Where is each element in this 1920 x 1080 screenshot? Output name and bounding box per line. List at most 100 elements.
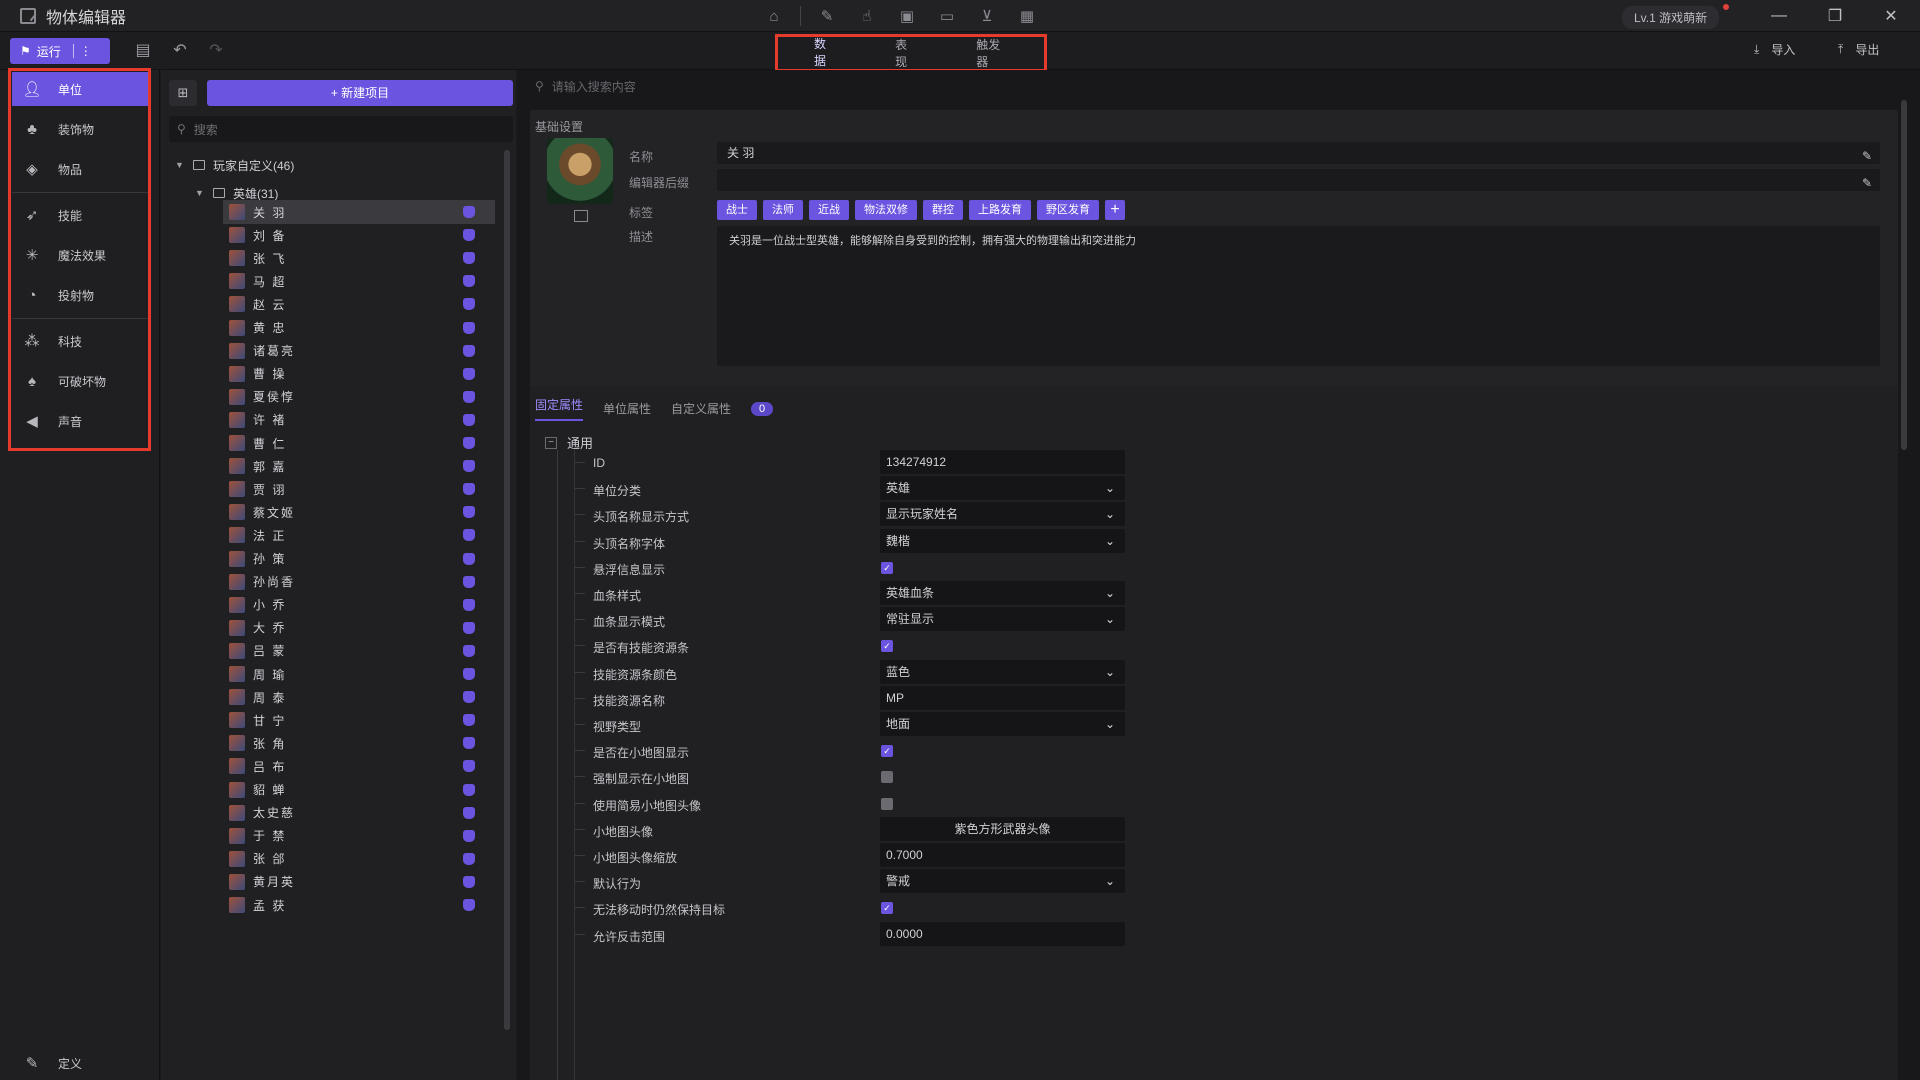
property-checkbox[interactable]: ✓ (881, 561, 893, 574)
property-select[interactable]: 常驻显示 ⌄ (880, 607, 1125, 632)
tag-chip[interactable]: 近战 (809, 200, 849, 220)
hand-icon[interactable] (463, 852, 475, 865)
tab-data[interactable]: 数据 (784, 31, 866, 75)
close-icon[interactable]: ✕ (1864, 0, 1918, 32)
hand-icon[interactable] (463, 691, 475, 704)
hand-icon[interactable] (463, 367, 475, 380)
sidebar-item-tech[interactable]: ⁂ 科技 (12, 324, 148, 358)
hero-list-item[interactable]: 大 乔 (223, 616, 495, 640)
hero-list-item[interactable]: 于 禁 (223, 824, 495, 848)
property-select[interactable]: 地面 ⌄ (880, 712, 1125, 736)
tag-chip[interactable]: 法师 (763, 200, 803, 220)
hand-icon[interactable] (463, 321, 475, 334)
add-folder-button[interactable]: ⊞ (169, 80, 197, 106)
edit-icon[interactable]: ✎ (813, 4, 841, 28)
property-select[interactable]: 警戒 ⌄ (880, 869, 1125, 894)
sidebar-item-projectile[interactable]: ◔ 投射物 (12, 278, 148, 312)
hand-icon[interactable] (463, 460, 475, 473)
property-select[interactable]: 蓝色 ⌄ (880, 659, 1125, 684)
run-button[interactable]: ⚑ 运行 ⋮ (10, 38, 110, 64)
suffix-field[interactable]: ✎ (717, 169, 1880, 191)
hand-icon[interactable] (463, 344, 475, 357)
sidebar-item-sound[interactable]: ◀︎ 声音 (12, 404, 148, 438)
property-input[interactable]: 0.7000 (880, 843, 1125, 867)
hand-icon[interactable] (463, 229, 475, 242)
hero-list-item[interactable]: 曹 仁 (223, 431, 495, 455)
property-checkbox[interactable]: ✓ (881, 640, 893, 653)
pencil-icon[interactable]: ✎ (1862, 145, 1872, 167)
hand-icon[interactable] (463, 390, 475, 403)
hero-list-item[interactable]: 吕 蒙 (223, 639, 495, 663)
hero-list-item[interactable]: 关 羽 (223, 200, 495, 224)
hero-list-item[interactable]: 甘 宁 (223, 708, 495, 732)
add-tag-button[interactable]: + (1105, 200, 1125, 220)
tree-root-node[interactable]: ▼ 玩家自定义(46) (175, 154, 294, 176)
sidebar-item-decoration[interactable]: ♣ 装饰物 (12, 112, 148, 146)
hand-icon[interactable] (463, 899, 475, 911)
sidebar-item-item[interactable]: ◈ 物品 (12, 152, 148, 186)
tab-unit-props[interactable]: 单位属性 (603, 400, 651, 417)
property-select[interactable]: 英雄血条 ⌄ (880, 581, 1125, 605)
hero-list-item[interactable]: 太史慈 (223, 801, 495, 825)
export-button[interactable]: ⤒ 导出 (1838, 41, 1879, 58)
hand-icon[interactable] (463, 206, 475, 218)
level-badge[interactable]: Lv.1 游戏萌新 (1622, 6, 1720, 29)
hero-list-item[interactable]: 曹 操 (223, 362, 495, 386)
hero-list-item[interactable]: 马 超 (223, 269, 495, 293)
tag-chip[interactable]: 战士 (717, 200, 757, 220)
hero-list-item[interactable]: 刘 备 (223, 223, 495, 247)
property-checkbox[interactable] (881, 771, 893, 784)
redo-icon[interactable]: ↷ (206, 41, 226, 61)
hero-list-item[interactable]: 黄 忠 (223, 316, 495, 340)
detail-search-input[interactable]: ⚲ 请输入搜索内容 (527, 70, 1907, 102)
tab-presentation[interactable]: 表现 (865, 32, 946, 74)
hand-icon[interactable]: ☝ (853, 4, 881, 28)
sidebar-item-magic-effect[interactable]: ✳ 魔法效果 (12, 238, 148, 272)
property-input[interactable]: 0.0000 (880, 921, 1125, 946)
hero-list-item[interactable]: 张 飞 (223, 246, 495, 270)
hand-icon[interactable] (463, 783, 475, 796)
detail-scrollbar[interactable] (1901, 100, 1907, 450)
sidebar-item-destructible[interactable]: ♠ 可破坏物 (12, 364, 148, 398)
hand-icon[interactable] (463, 575, 475, 588)
name-field[interactable]: 关 羽 ✎ (717, 142, 1880, 164)
property-checkbox[interactable] (881, 797, 893, 810)
sidebar-item-skill[interactable]: ➶ 技能 (12, 198, 148, 232)
hand-icon[interactable] (463, 506, 475, 519)
folder-icon[interactable]: ▭ (933, 4, 961, 28)
hand-icon[interactable] (463, 737, 475, 750)
hand-icon[interactable] (463, 552, 475, 565)
sidebar-item-define[interactable]: ✎ 定义 (12, 1046, 148, 1080)
hand-icon[interactable] (463, 483, 475, 496)
property-select[interactable]: 魏楷 ⌄ (880, 528, 1125, 553)
hand-icon[interactable] (463, 875, 475, 888)
property-select[interactable]: 英雄 ⌄ (880, 476, 1125, 501)
save-icon[interactable]: ▤ (133, 41, 153, 61)
pencil-icon[interactable]: ✎ (1862, 172, 1872, 194)
hero-list-item[interactable]: 法 正 (223, 523, 495, 547)
hero-list-item[interactable]: 张 角 (223, 731, 495, 755)
grid-icon[interactable]: ▦ (1013, 4, 1041, 28)
property-input[interactable]: MP (880, 685, 1125, 710)
more-icon[interactable]: ⋮ (80, 44, 92, 58)
hand-icon[interactable] (463, 529, 475, 542)
hero-list-item[interactable]: 诸葛亮 (223, 339, 495, 363)
hero-list-item[interactable]: 孟 获 (223, 893, 495, 917)
description-textarea[interactable]: 关羽是一位战士型英雄，能够解除自身受到的控制，拥有强大的物理输出和突进能力 (717, 226, 1880, 366)
hand-icon[interactable] (463, 668, 475, 680)
hero-list-item[interactable]: 吕 布 (223, 754, 495, 778)
sidebar-item-unit[interactable]: 👤︎ 单位 (12, 72, 148, 106)
hand-icon[interactable] (463, 829, 475, 842)
collapse-icon[interactable]: − (545, 436, 557, 449)
hero-list-item[interactable]: 蔡文姬 (223, 500, 495, 524)
tab-fixed-props[interactable]: 固定属性 (535, 396, 584, 421)
hero-list-item[interactable]: 赵 云 (223, 292, 495, 316)
hand-icon[interactable] (463, 437, 475, 449)
hand-icon[interactable] (463, 413, 475, 426)
property-checkbox[interactable]: ✓ (881, 745, 893, 758)
hero-list-item[interactable]: 许 褚 (223, 408, 495, 432)
hero-list-item[interactable]: 郭 嘉 (223, 454, 495, 478)
undo-icon[interactable]: ↶ (170, 41, 190, 61)
hand-icon[interactable] (463, 598, 475, 611)
home-icon[interactable]: ⌂ (760, 4, 788, 28)
